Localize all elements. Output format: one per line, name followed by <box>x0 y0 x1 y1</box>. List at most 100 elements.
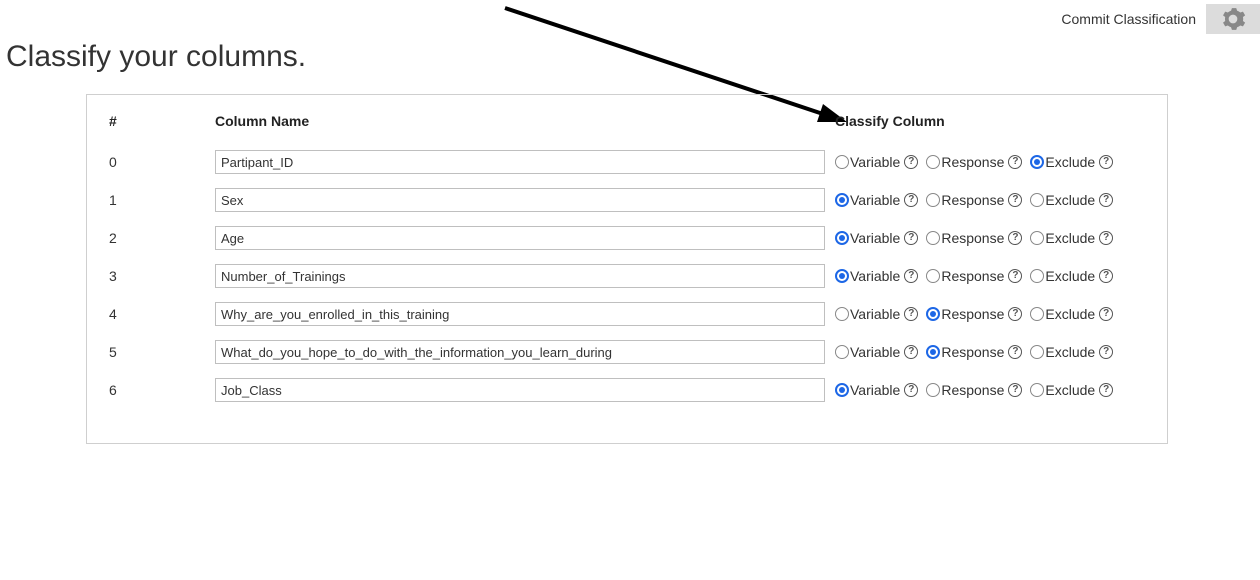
row-name-cell <box>215 378 835 402</box>
radio-label-response: Response <box>941 154 1004 170</box>
radio-label-response: Response <box>941 268 1004 284</box>
radio-exclude[interactable] <box>1030 383 1044 397</box>
column-name-input[interactable] <box>215 378 825 402</box>
help-icon[interactable]: ? <box>1008 345 1022 359</box>
radio-variable[interactable] <box>835 155 849 169</box>
radio-option-exclude: Exclude? <box>1030 344 1119 360</box>
help-icon[interactable]: ? <box>1099 383 1113 397</box>
row-classify-cell: Variable?Response?Exclude? <box>835 382 1145 398</box>
help-icon[interactable]: ? <box>1099 155 1113 169</box>
radio-label-variable: Variable <box>850 382 900 398</box>
radio-variable[interactable] <box>835 231 849 245</box>
help-icon[interactable]: ? <box>904 155 918 169</box>
radio-variable[interactable] <box>835 307 849 321</box>
column-name-input[interactable] <box>215 226 825 250</box>
commit-classification-link[interactable]: Commit Classification <box>1061 11 1196 27</box>
radio-exclude[interactable] <box>1030 269 1044 283</box>
help-icon[interactable]: ? <box>904 383 918 397</box>
help-icon[interactable]: ? <box>1099 269 1113 283</box>
row-index: 3 <box>109 268 215 284</box>
table-row: 4Variable?Response?Exclude? <box>109 295 1145 333</box>
radio-label-variable: Variable <box>850 306 900 322</box>
row-classify-cell: Variable?Response?Exclude? <box>835 230 1145 246</box>
radio-exclude[interactable] <box>1030 345 1044 359</box>
radio-exclude[interactable] <box>1030 307 1044 321</box>
radio-option-response: Response? <box>926 382 1028 398</box>
header-index: # <box>109 113 215 129</box>
help-icon[interactable]: ? <box>1008 307 1022 321</box>
column-name-input[interactable] <box>215 302 825 326</box>
help-icon[interactable]: ? <box>1008 269 1022 283</box>
top-right-toolbar: Commit Classification <box>1061 4 1260 34</box>
help-icon[interactable]: ? <box>1099 231 1113 245</box>
row-index: 5 <box>109 344 215 360</box>
help-icon[interactable]: ? <box>904 193 918 207</box>
radio-label-variable: Variable <box>850 192 900 208</box>
table-row: 3Variable?Response?Exclude? <box>109 257 1145 295</box>
column-name-input[interactable] <box>215 150 825 174</box>
radio-exclude[interactable] <box>1030 231 1044 245</box>
radio-option-variable: Variable? <box>835 306 924 322</box>
row-index: 4 <box>109 306 215 322</box>
radio-option-response: Response? <box>926 192 1028 208</box>
radio-option-response: Response? <box>926 306 1028 322</box>
radio-variable[interactable] <box>835 383 849 397</box>
radio-label-variable: Variable <box>850 154 900 170</box>
table-row: 2Variable?Response?Exclude? <box>109 219 1145 257</box>
row-classify-cell: Variable?Response?Exclude? <box>835 344 1145 360</box>
row-index: 6 <box>109 382 215 398</box>
row-classify-cell: Variable?Response?Exclude? <box>835 268 1145 284</box>
column-name-input[interactable] <box>215 264 825 288</box>
help-icon[interactable]: ? <box>904 345 918 359</box>
help-icon[interactable]: ? <box>1008 383 1022 397</box>
radio-response[interactable] <box>926 383 940 397</box>
help-icon[interactable]: ? <box>1008 231 1022 245</box>
settings-button[interactable] <box>1206 4 1260 34</box>
radio-label-response: Response <box>941 230 1004 246</box>
radio-option-response: Response? <box>926 268 1028 284</box>
radio-option-exclude: Exclude? <box>1030 154 1119 170</box>
radio-label-exclude: Exclude <box>1045 306 1095 322</box>
classify-radio-group: Variable?Response?Exclude? <box>835 382 1145 398</box>
row-classify-cell: Variable?Response?Exclude? <box>835 192 1145 208</box>
classify-radio-group: Variable?Response?Exclude? <box>835 344 1145 360</box>
radio-label-response: Response <box>941 192 1004 208</box>
row-classify-cell: Variable?Response?Exclude? <box>835 154 1145 170</box>
help-icon[interactable]: ? <box>1099 345 1113 359</box>
radio-variable[interactable] <box>835 345 849 359</box>
help-icon[interactable]: ? <box>1008 155 1022 169</box>
table-header: # Column Name Classify Column <box>109 113 1145 143</box>
help-icon[interactable]: ? <box>904 231 918 245</box>
gear-icon <box>1220 6 1246 32</box>
radio-option-variable: Variable? <box>835 344 924 360</box>
radio-label-exclude: Exclude <box>1045 268 1095 284</box>
help-icon[interactable]: ? <box>1008 193 1022 207</box>
radio-option-exclude: Exclude? <box>1030 382 1119 398</box>
help-icon[interactable]: ? <box>904 269 918 283</box>
table-row: 6Variable?Response?Exclude? <box>109 371 1145 409</box>
radio-label-response: Response <box>941 306 1004 322</box>
radio-response[interactable] <box>926 307 940 321</box>
help-icon[interactable]: ? <box>1099 307 1113 321</box>
radio-label-variable: Variable <box>850 268 900 284</box>
column-name-input[interactable] <box>215 188 825 212</box>
radio-response[interactable] <box>926 155 940 169</box>
radio-option-response: Response? <box>926 230 1028 246</box>
radio-variable[interactable] <box>835 269 849 283</box>
radio-variable[interactable] <box>835 193 849 207</box>
radio-exclude[interactable] <box>1030 193 1044 207</box>
radio-response[interactable] <box>926 269 940 283</box>
classification-panel: # Column Name Classify Column 0Variable?… <box>86 94 1168 444</box>
table-row: 1Variable?Response?Exclude? <box>109 181 1145 219</box>
help-icon[interactable]: ? <box>904 307 918 321</box>
radio-response[interactable] <box>926 193 940 207</box>
column-name-input[interactable] <box>215 340 825 364</box>
radio-exclude[interactable] <box>1030 155 1044 169</box>
help-icon[interactable]: ? <box>1099 193 1113 207</box>
header-classify-column: Classify Column <box>835 113 1145 129</box>
row-name-cell <box>215 264 835 288</box>
radio-response[interactable] <box>926 231 940 245</box>
classify-radio-group: Variable?Response?Exclude? <box>835 306 1145 322</box>
radio-response[interactable] <box>926 345 940 359</box>
radio-label-exclude: Exclude <box>1045 154 1095 170</box>
